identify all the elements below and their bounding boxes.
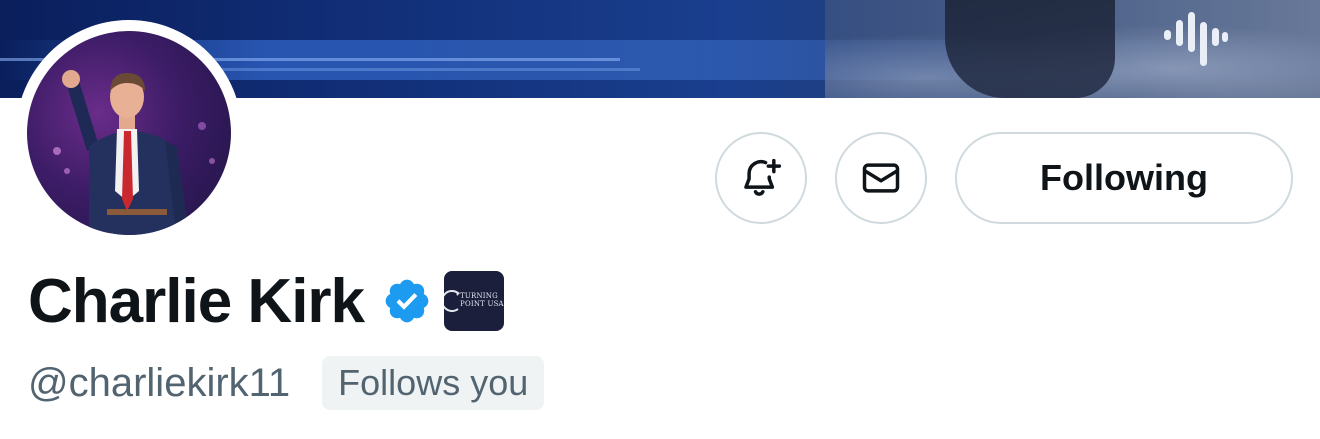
verified-badge-icon[interactable] [382, 276, 432, 326]
banner-figure [945, 0, 1115, 98]
notify-button[interactable] [715, 132, 807, 224]
following-button[interactable]: Following [955, 132, 1293, 224]
follows-you-badge: Follows you [322, 356, 545, 410]
username-handle: @charliekirk11 [28, 360, 291, 405]
avatar-photo [27, 31, 231, 235]
profile-header: Following Charlie Kirk TURNING POINT USA… [0, 0, 1320, 439]
avatar-person-illustration [53, 70, 215, 235]
handle-row: @charliekirk11 Follows you [28, 355, 545, 411]
affiliate-badge-label: TURNING POINT USA [460, 292, 504, 308]
message-button[interactable] [835, 132, 927, 224]
name-row: Charlie Kirk TURNING POINT USA [28, 262, 505, 340]
waveform-logo-icon [1160, 12, 1230, 68]
bell-plus-icon [744, 158, 782, 196]
avatar[interactable] [16, 20, 242, 246]
envelope-icon [862, 163, 900, 193]
affiliate-badge[interactable]: TURNING POINT USA [444, 271, 505, 331]
display-name: Charlie Kirk [28, 266, 365, 336]
